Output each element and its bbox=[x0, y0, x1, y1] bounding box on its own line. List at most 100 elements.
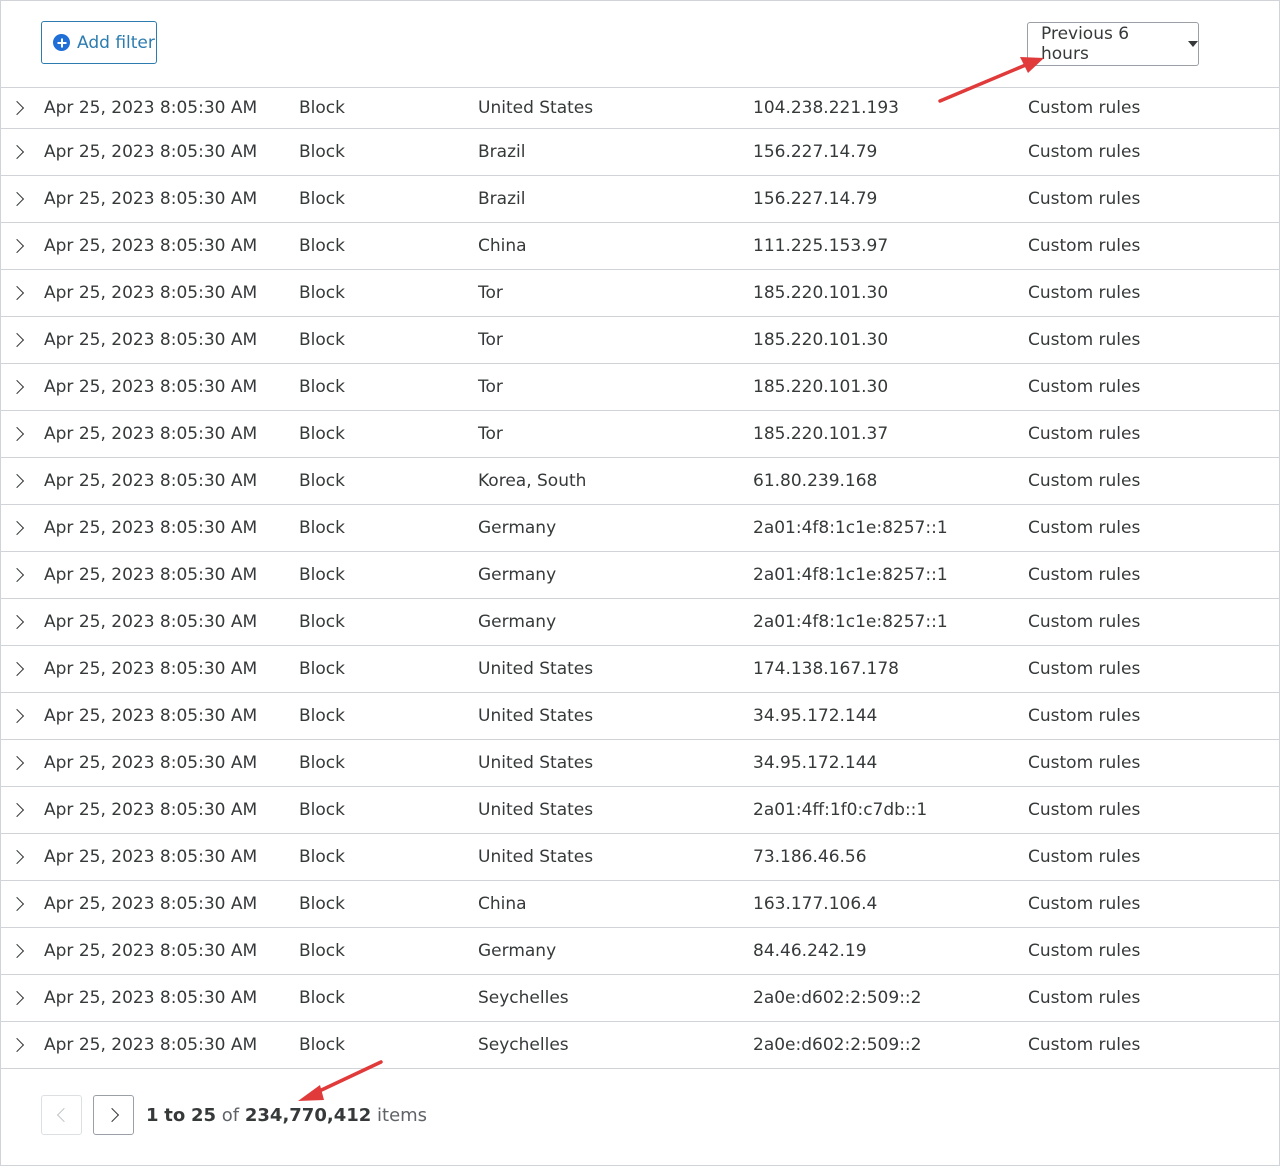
expand-chevron-icon[interactable] bbox=[9, 943, 25, 959]
expand-chevron-icon[interactable] bbox=[9, 144, 25, 160]
plus-circle-icon bbox=[53, 34, 70, 51]
expand-chevron-icon[interactable] bbox=[9, 990, 25, 1006]
table-row[interactable]: Apr 25, 2023 8:05:30 AM Block Germany 2a01:… bbox=[1, 552, 1279, 599]
table-row[interactable]: Apr 25, 2023 8:05:30 AM Block Tor 185.220.1… bbox=[1, 270, 1279, 317]
event-ip: 174.138.167.178 bbox=[753, 659, 900, 679]
event-service: Custom rules bbox=[1028, 706, 1141, 726]
expand-chevron-icon[interactable] bbox=[9, 191, 25, 207]
event-ip: 104.238.221.193 bbox=[753, 98, 900, 118]
expand-chevron-icon[interactable] bbox=[9, 285, 25, 301]
table-row[interactable]: Apr 25, 2023 8:05:30 AM Block United State… bbox=[1, 787, 1279, 834]
event-date: Apr 25, 2023 8:05:30 AM bbox=[44, 236, 258, 256]
event-action: Block bbox=[299, 142, 345, 162]
table-row[interactable]: Apr 25, 2023 8:05:30 AM Block Seychelles 2a… bbox=[1, 975, 1279, 1022]
time-range-dropdown[interactable]: Previous 6 hours bbox=[1027, 22, 1199, 66]
expand-chevron-icon[interactable] bbox=[9, 426, 25, 442]
event-country: Tor bbox=[478, 283, 503, 303]
event-action: Block bbox=[299, 612, 345, 632]
event-service: Custom rules bbox=[1028, 659, 1141, 679]
event-country: Korea, South bbox=[478, 471, 587, 491]
event-action: Block bbox=[299, 941, 345, 961]
table-row[interactable]: Apr 25, 2023 8:05:30 AM Block Tor 185.220.1… bbox=[1, 411, 1279, 458]
event-service: Custom rules bbox=[1028, 142, 1141, 162]
event-date: Apr 25, 2023 8:05:30 AM bbox=[44, 98, 258, 118]
event-service: Custom rules bbox=[1028, 98, 1141, 118]
event-date: Apr 25, 2023 8:05:30 AM bbox=[44, 565, 258, 585]
next-page-button[interactable] bbox=[93, 1095, 134, 1135]
event-country: Germany bbox=[478, 941, 557, 961]
event-date: Apr 25, 2023 8:05:30 AM bbox=[44, 800, 258, 820]
event-action: Block bbox=[299, 424, 345, 444]
event-date: Apr 25, 2023 8:05:30 AM bbox=[44, 424, 258, 444]
expand-chevron-icon[interactable] bbox=[9, 100, 25, 116]
event-ip: 163.177.106.4 bbox=[753, 894, 878, 914]
firewall-events-panel: Add filter Previous 6 hours Apr 25, 2023… bbox=[0, 0, 1280, 1166]
expand-chevron-icon[interactable] bbox=[9, 520, 25, 536]
event-service: Custom rules bbox=[1028, 941, 1141, 961]
event-country: Germany bbox=[478, 518, 557, 538]
event-ip: 2a01:4f8:1c1e:8257::1 bbox=[753, 565, 948, 585]
expand-chevron-icon[interactable] bbox=[9, 473, 25, 489]
table-row[interactable]: Apr 25, 2023 8:05:30 AM Block Seychelles 2a… bbox=[1, 1022, 1279, 1069]
add-filter-button[interactable]: Add filter bbox=[41, 21, 157, 64]
event-service: Custom rules bbox=[1028, 847, 1141, 867]
table-row[interactable]: Apr 25, 2023 8:05:30 AM Block Tor 185.220.1… bbox=[1, 364, 1279, 411]
event-ip: 185.220.101.30 bbox=[753, 283, 889, 303]
event-date: Apr 25, 2023 8:05:30 AM bbox=[44, 706, 258, 726]
event-service: Custom rules bbox=[1028, 424, 1141, 444]
table-row[interactable]: Apr 25, 2023 8:05:30 AM Block United State… bbox=[1, 740, 1279, 787]
event-date: Apr 25, 2023 8:05:30 AM bbox=[44, 659, 258, 679]
event-ip: 111.225.153.97 bbox=[753, 236, 889, 256]
table-row[interactable]: Apr 25, 2023 8:05:30 AM Block Germany 2a01:… bbox=[1, 599, 1279, 646]
previous-page-button[interactable] bbox=[41, 1095, 82, 1135]
event-service: Custom rules bbox=[1028, 236, 1141, 256]
expand-chevron-icon[interactable] bbox=[9, 708, 25, 724]
expand-chevron-icon[interactable] bbox=[9, 379, 25, 395]
table-row[interactable]: Apr 25, 2023 8:05:30 AM Block China 111.225… bbox=[1, 223, 1279, 270]
event-date: Apr 25, 2023 8:05:30 AM bbox=[44, 518, 258, 538]
table-row[interactable]: Apr 25, 2023 8:05:30 AM Block Germany 2a01:… bbox=[1, 505, 1279, 552]
table-row[interactable]: Apr 25, 2023 8:05:30 AM Block Brazil 156.22… bbox=[1, 176, 1279, 223]
event-action: Block bbox=[299, 471, 345, 491]
event-date: Apr 25, 2023 8:05:30 AM bbox=[44, 189, 258, 209]
range-end: 25 bbox=[190, 1105, 217, 1126]
event-action: Block bbox=[299, 283, 345, 303]
event-ip: 185.220.101.30 bbox=[753, 377, 889, 397]
event-action: Block bbox=[299, 847, 345, 867]
expand-chevron-icon[interactable] bbox=[9, 567, 25, 583]
event-ip: 34.95.172.144 bbox=[753, 706, 878, 726]
event-service: Custom rules bbox=[1028, 800, 1141, 820]
range-start: 1 bbox=[146, 1105, 159, 1126]
expand-chevron-icon[interactable] bbox=[9, 661, 25, 677]
expand-chevron-icon[interactable] bbox=[9, 1037, 25, 1053]
chevron-left-icon bbox=[56, 1107, 71, 1123]
event-country: China bbox=[478, 236, 527, 256]
table-row[interactable]: Apr 25, 2023 8:05:30 AM Block Tor 185.220.1… bbox=[1, 317, 1279, 364]
expand-chevron-icon[interactable] bbox=[9, 332, 25, 348]
table-row[interactable]: Apr 25, 2023 8:05:30 AM Block United State… bbox=[1, 693, 1279, 740]
event-service: Custom rules bbox=[1028, 518, 1141, 538]
event-ip: 73.186.46.56 bbox=[753, 847, 867, 867]
event-action: Block bbox=[299, 1035, 345, 1055]
event-date: Apr 25, 2023 8:05:30 AM bbox=[44, 612, 258, 632]
events-table: Apr 25, 2023 8:05:30 AM Block United State… bbox=[1, 88, 1279, 1069]
table-row[interactable]: Apr 25, 2023 8:05:30 AM Block Germany 84.46… bbox=[1, 928, 1279, 975]
event-country: Seychelles bbox=[478, 1035, 569, 1055]
expand-chevron-icon[interactable] bbox=[9, 755, 25, 771]
event-ip: 2a01:4f8:1c1e:8257::1 bbox=[753, 612, 948, 632]
expand-chevron-icon[interactable] bbox=[9, 896, 25, 912]
expand-chevron-icon[interactable] bbox=[9, 238, 25, 254]
expand-chevron-icon[interactable] bbox=[9, 802, 25, 818]
event-date: Apr 25, 2023 8:05:30 AM bbox=[44, 847, 258, 867]
expand-chevron-icon[interactable] bbox=[9, 614, 25, 630]
table-row[interactable]: Apr 25, 2023 8:05:30 AM Block Korea, South… bbox=[1, 458, 1279, 505]
time-range-value: Previous 6 hours bbox=[1041, 24, 1130, 64]
items-unit: items bbox=[377, 1105, 428, 1126]
event-country: China bbox=[478, 894, 527, 914]
table-row[interactable]: Apr 25, 2023 8:05:30 AM Block United State… bbox=[1, 834, 1279, 881]
table-row[interactable]: Apr 25, 2023 8:05:30 AM Block United State… bbox=[1, 88, 1279, 129]
expand-chevron-icon[interactable] bbox=[9, 849, 25, 865]
table-row[interactable]: Apr 25, 2023 8:05:30 AM Block China 163.177… bbox=[1, 881, 1279, 928]
table-row[interactable]: Apr 25, 2023 8:05:30 AM Block United State… bbox=[1, 646, 1279, 693]
table-row[interactable]: Apr 25, 2023 8:05:30 AM Block Brazil 156.22… bbox=[1, 129, 1279, 176]
